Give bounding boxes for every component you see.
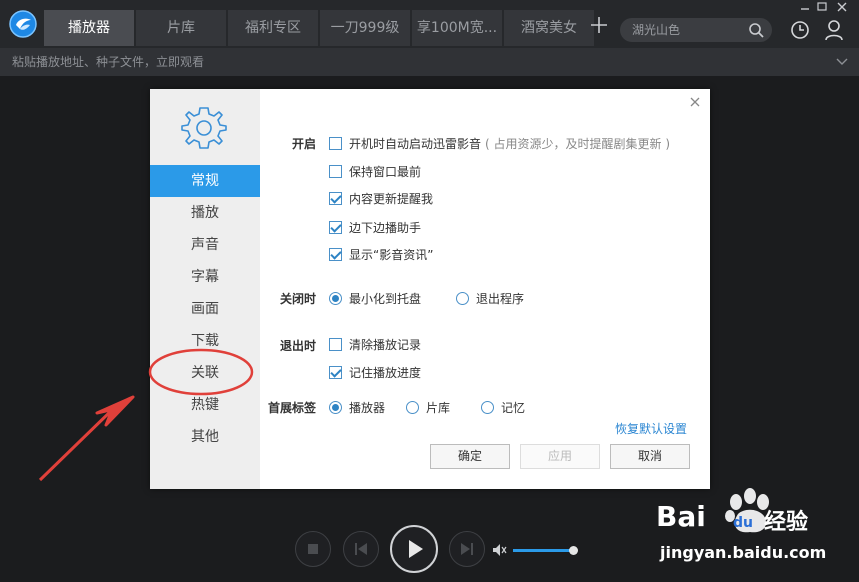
settings-dialog: 常规 播放 声音 字幕 画面 下载 关联 热键 其他 开启 开机时自动启动迅雷影… — [150, 89, 710, 489]
update-remind-label: 内容更新提醒我 — [349, 191, 434, 206]
watermark-url: jingyan.baidu.com — [660, 543, 827, 562]
tab-broadband[interactable]: 享100M宽... — [412, 10, 502, 46]
ok-button[interactable]: 确定 — [430, 444, 510, 469]
option-clear-history[interactable]: 清除播放记录 — [329, 336, 421, 352]
tab-library[interactable]: 片库 — [136, 10, 226, 46]
user-account-icon[interactable] — [824, 19, 844, 41]
cancel-button[interactable]: 取消 — [610, 444, 690, 469]
settings-gear-icon — [181, 107, 227, 149]
first-tab-library-radio[interactable] — [406, 400, 419, 414]
first-tab-label: 首展标签 — [267, 401, 316, 415]
sidebar-item-general[interactable]: 常规 — [150, 165, 260, 197]
url-input[interactable] — [12, 53, 792, 71]
option-first-tab-library[interactable]: 片库 — [406, 399, 450, 415]
always-on-top-label: 保持窗口最前 — [349, 164, 422, 179]
history-clock-icon[interactable] — [790, 20, 810, 40]
sidebar-item-sound[interactable]: 声音 — [150, 229, 260, 261]
tab-beauty[interactable]: 酒窝美女 — [504, 10, 594, 46]
minimize-icon[interactable] — [798, 0, 812, 14]
option-remember-progress[interactable]: 记住播放进度 — [329, 364, 421, 380]
always-on-top-checkbox[interactable] — [329, 164, 342, 178]
sidebar-item-download[interactable]: 下载 — [150, 325, 260, 357]
sidebar-item-playback[interactable]: 播放 — [150, 197, 260, 229]
first-tab-library-label: 片库 — [426, 400, 451, 415]
restore-defaults-link[interactable]: 恢复默认设置 — [615, 420, 687, 437]
tab-game[interactable]: 一刀999级 — [320, 10, 410, 46]
annotation-arrow — [38, 395, 135, 482]
watermark-brand-b: du — [733, 515, 753, 531]
sidebar-item-hotkeys[interactable]: 热键 — [150, 389, 260, 421]
close-window-icon[interactable] — [835, 0, 849, 14]
maximize-icon[interactable] — [815, 0, 829, 14]
minimize-tray-label: 最小化到托盘 — [349, 291, 422, 306]
search-box — [620, 18, 772, 42]
autostart-hint: ( 占用资源少，及时提醒剧集更新 ) — [485, 136, 671, 151]
add-tab-icon[interactable] — [588, 14, 610, 36]
volume-icon[interactable] — [492, 543, 508, 557]
show-news-label: 显示“影音资讯” — [349, 247, 434, 262]
startup-label: 开启 — [291, 137, 316, 151]
first-tab-player-radio[interactable] — [329, 400, 342, 414]
previous-button[interactable] — [343, 531, 379, 567]
watermark-brand-a: Bai — [656, 500, 706, 533]
option-update-remind[interactable]: 内容更新提醒我 — [329, 190, 433, 206]
option-always-on-top[interactable]: 保持窗口最前 — [329, 163, 421, 179]
previous-icon — [355, 543, 367, 555]
option-exit-program[interactable]: 退出程序 — [456, 290, 524, 306]
close-icon[interactable] — [688, 95, 702, 109]
option-show-news[interactable]: 显示“影音资讯” — [329, 246, 433, 262]
stream-helper-checkbox[interactable] — [329, 220, 342, 234]
remember-progress-label: 记住播放进度 — [349, 365, 422, 380]
watermark-brand-c: 经验 — [764, 510, 809, 535]
update-remind-checkbox[interactable] — [329, 191, 342, 205]
option-first-tab-player[interactable]: 播放器 — [329, 399, 385, 415]
option-first-tab-memory[interactable]: 记忆 — [481, 399, 525, 415]
exit-program-radio[interactable] — [456, 291, 469, 305]
tab-welfare[interactable]: 福利专区 — [228, 10, 318, 46]
sidebar-item-picture[interactable]: 画面 — [150, 293, 260, 325]
next-button[interactable] — [449, 531, 485, 567]
chevron-down-icon[interactable] — [835, 56, 849, 68]
volume-slider[interactable] — [513, 549, 574, 552]
next-icon — [461, 543, 473, 555]
clear-history-label: 清除播放记录 — [349, 337, 422, 352]
option-stream-helper[interactable]: 边下边播助手 — [329, 219, 421, 235]
play-icon — [409, 540, 423, 558]
clear-history-checkbox[interactable] — [329, 337, 342, 351]
option-autostart[interactable]: 开机时自动启动迅雷影音 ( 占用资源少，及时提醒剧集更新 ) — [329, 135, 670, 151]
volume-slider-handle[interactable] — [569, 546, 578, 555]
first-tab-memory-radio[interactable] — [481, 400, 494, 414]
exit-program-label: 退出程序 — [476, 291, 525, 306]
stop-button[interactable] — [295, 531, 331, 567]
search-icon[interactable] — [748, 22, 764, 38]
title-bar: 播放器 片库 福利专区 一刀999级 享100M宽... 酒窝美女 — [0, 0, 859, 48]
option-minimize-tray[interactable]: 最小化到托盘 — [329, 290, 421, 306]
minimize-tray-radio[interactable] — [329, 291, 342, 305]
show-news-checkbox[interactable] — [329, 247, 342, 261]
stream-helper-label: 边下边播助手 — [349, 220, 422, 235]
stop-icon — [308, 544, 318, 554]
sidebar-item-other[interactable]: 其他 — [150, 421, 260, 453]
remember-progress-checkbox[interactable] — [329, 365, 342, 379]
settings-sidebar: 常规 播放 声音 字幕 画面 下载 关联 热键 其他 — [150, 89, 260, 489]
autostart-checkbox[interactable] — [329, 136, 342, 150]
autostart-label: 开机时自动启动迅雷影音 — [349, 136, 482, 151]
app-logo-icon[interactable] — [9, 10, 37, 38]
apply-button[interactable]: 应用 — [520, 444, 600, 469]
url-bar — [0, 48, 859, 76]
on-exit-label: 退出时 — [279, 339, 316, 353]
tab-player[interactable]: 播放器 — [44, 10, 134, 46]
on-close-label: 关闭时 — [279, 292, 316, 306]
sidebar-item-subtitle[interactable]: 字幕 — [150, 261, 260, 293]
first-tab-memory-label: 记忆 — [501, 400, 526, 415]
sidebar-item-association[interactable]: 关联 — [150, 357, 260, 389]
search-input[interactable] — [632, 21, 742, 39]
top-tabs: 播放器 片库 福利专区 一刀999级 享100M宽... 酒窝美女 — [44, 10, 596, 46]
play-button[interactable] — [390, 525, 438, 573]
first-tab-player-label: 播放器 — [349, 400, 386, 415]
